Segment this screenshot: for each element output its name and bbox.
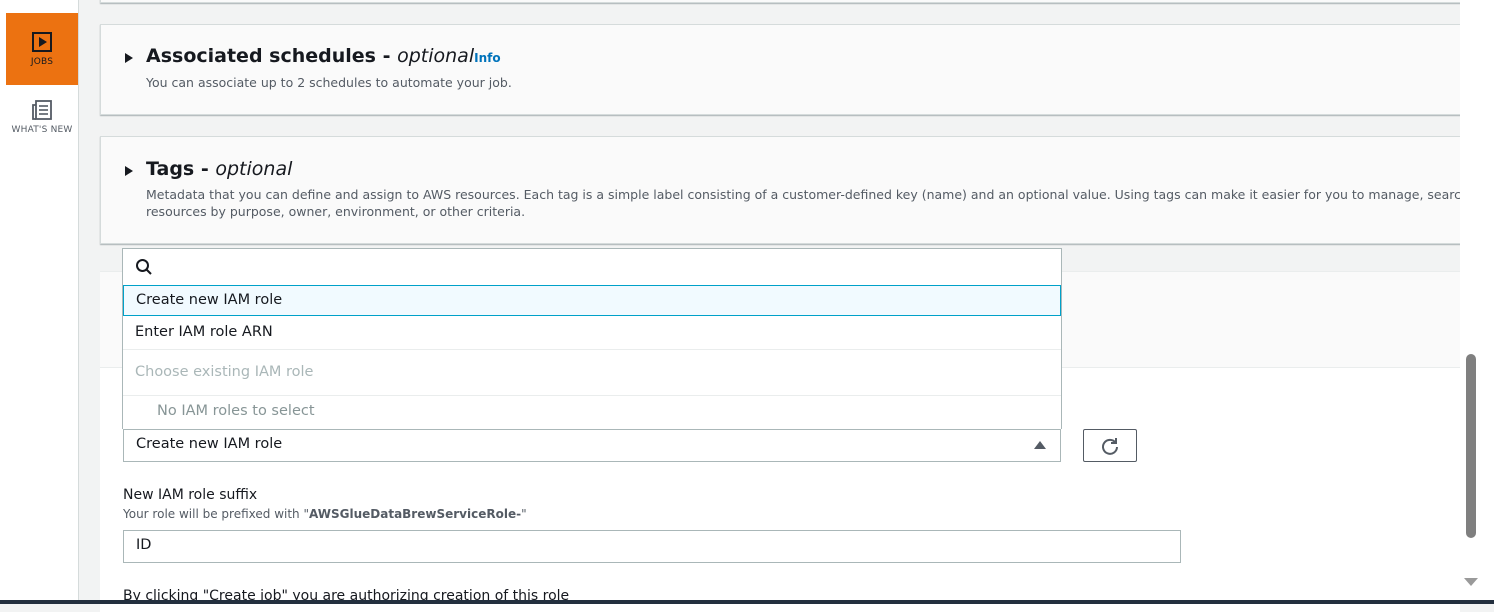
tags-panel: Tags - optional Metadata that you can de… bbox=[100, 136, 1494, 244]
refresh-button[interactable] bbox=[1083, 429, 1137, 462]
dropdown-search[interactable] bbox=[123, 249, 1061, 284]
left-rail: JOBS WHAT'S NEW bbox=[0, 0, 79, 604]
play-icon bbox=[32, 32, 52, 52]
search-icon bbox=[136, 259, 152, 275]
associated-schedules-description: You can associate up to 2 schedules to a… bbox=[146, 75, 512, 90]
info-link[interactable]: Info bbox=[474, 51, 500, 65]
scroll-down-arrow-icon[interactable] bbox=[1464, 578, 1478, 586]
scrollbar-thumb[interactable] bbox=[1466, 354, 1476, 538]
expand-caret-icon[interactable] bbox=[125, 166, 133, 176]
tags-title[interactable]: Tags - optional bbox=[146, 158, 292, 180]
rail-item-jobs[interactable]: JOBS bbox=[6, 13, 78, 85]
rail-item-whats-new[interactable]: WHAT'S NEW bbox=[6, 99, 78, 151]
dropdown-search-input[interactable] bbox=[159, 255, 1043, 279]
role-dropdown-list: Create new IAM role Enter IAM role ARN C… bbox=[122, 248, 1062, 429]
page-scrollbar[interactable] bbox=[1460, 0, 1494, 604]
associated-schedules-title[interactable]: Associated schedules - optionalInfo bbox=[146, 45, 501, 67]
role-suffix-input[interactable]: ID bbox=[123, 530, 1181, 563]
tags-description: Metadata that you can define and assign … bbox=[146, 187, 1494, 219]
rail-item-jobs-label: JOBS bbox=[30, 57, 54, 67]
expand-caret-icon[interactable] bbox=[125, 53, 133, 63]
refresh-icon bbox=[1102, 437, 1118, 455]
dropdown-group-existing-roles: Choose existing IAM role bbox=[123, 350, 1061, 396]
dropdown-empty-state: No IAM roles to select bbox=[157, 403, 315, 419]
caret-up-icon bbox=[1034, 441, 1046, 449]
iam-role-select[interactable]: Create new IAM role bbox=[123, 429, 1061, 462]
dropdown-option-enter-role-arn[interactable]: Enter IAM role ARN bbox=[123, 317, 1061, 350]
role-suffix-hint: Your role will be prefixed with "AWSGlue… bbox=[123, 507, 527, 521]
role-suffix-label: New IAM role suffix bbox=[123, 487, 258, 503]
previous-panel bbox=[100, 0, 1461, 3]
bottom-edge bbox=[0, 600, 1494, 604]
dropdown-option-create-new-role[interactable]: Create new IAM role bbox=[123, 285, 1061, 316]
rail-item-whats-new-label: WHAT'S NEW bbox=[11, 125, 73, 135]
associated-schedules-panel: Associated schedules - optionalInfo You … bbox=[100, 24, 1461, 115]
newspaper-icon bbox=[32, 100, 52, 120]
